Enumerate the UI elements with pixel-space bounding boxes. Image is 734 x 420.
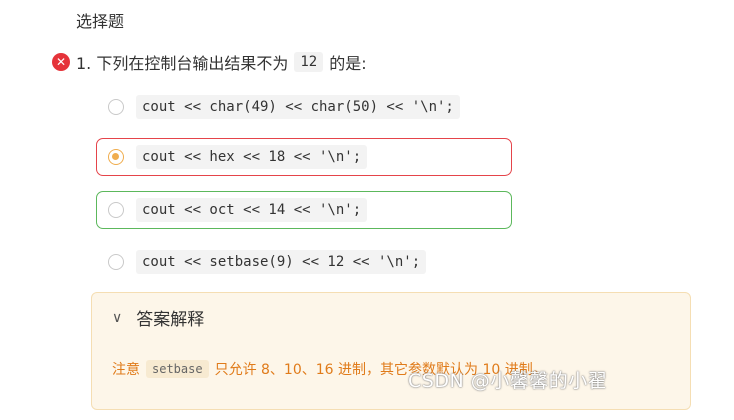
radio-button-selected[interactable] <box>108 149 124 165</box>
question-row: ✕ 1. 下列在控制台输出结果不为 12 的是: <box>52 50 367 74</box>
question-prefix: 1. 下列在控制台输出结果不为 <box>76 54 289 73</box>
option-d[interactable]: cout << setbase(9) << 12 << '\n'; <box>96 243 512 281</box>
option-code: cout << hex << 18 << '\n'; <box>136 145 368 169</box>
option-a[interactable]: cout << char(49) << char(50) << '\n'; <box>96 88 512 126</box>
radio-button[interactable] <box>108 254 124 270</box>
close-circle-icon: ✕ <box>52 53 70 71</box>
watermark: CSDN @小馨馨的小翟 <box>408 370 608 392</box>
answer-toggle[interactable]: ∨ 答案解释 <box>112 305 205 331</box>
option-code: cout << char(49) << char(50) << '\n'; <box>136 95 460 119</box>
option-code: cout << setbase(9) << 12 << '\n'; <box>136 250 427 274</box>
question-code: 12 <box>294 52 324 72</box>
chevron-down-icon[interactable]: ∨ <box>112 310 122 326</box>
quiz-page: 选择题 ✕ 1. 下列在控制台输出结果不为 12 的是: cout << cha… <box>0 0 734 420</box>
answer-note-code: setbase <box>146 360 209 378</box>
answer-header-label: 答案解释 <box>136 310 205 330</box>
option-c-correct[interactable]: cout << oct << 14 << '\n'; <box>96 191 512 229</box>
question-suffix: 的是: <box>329 54 367 73</box>
option-code: cout << oct << 14 << '\n'; <box>136 198 368 222</box>
section-title: 选择题 <box>76 12 125 31</box>
radio-button[interactable] <box>108 202 124 218</box>
option-b-wrong-selected[interactable]: cout << hex << 18 << '\n'; <box>96 138 512 176</box>
answer-note-prefix: 注意 <box>112 362 140 378</box>
radio-button[interactable] <box>108 99 124 115</box>
